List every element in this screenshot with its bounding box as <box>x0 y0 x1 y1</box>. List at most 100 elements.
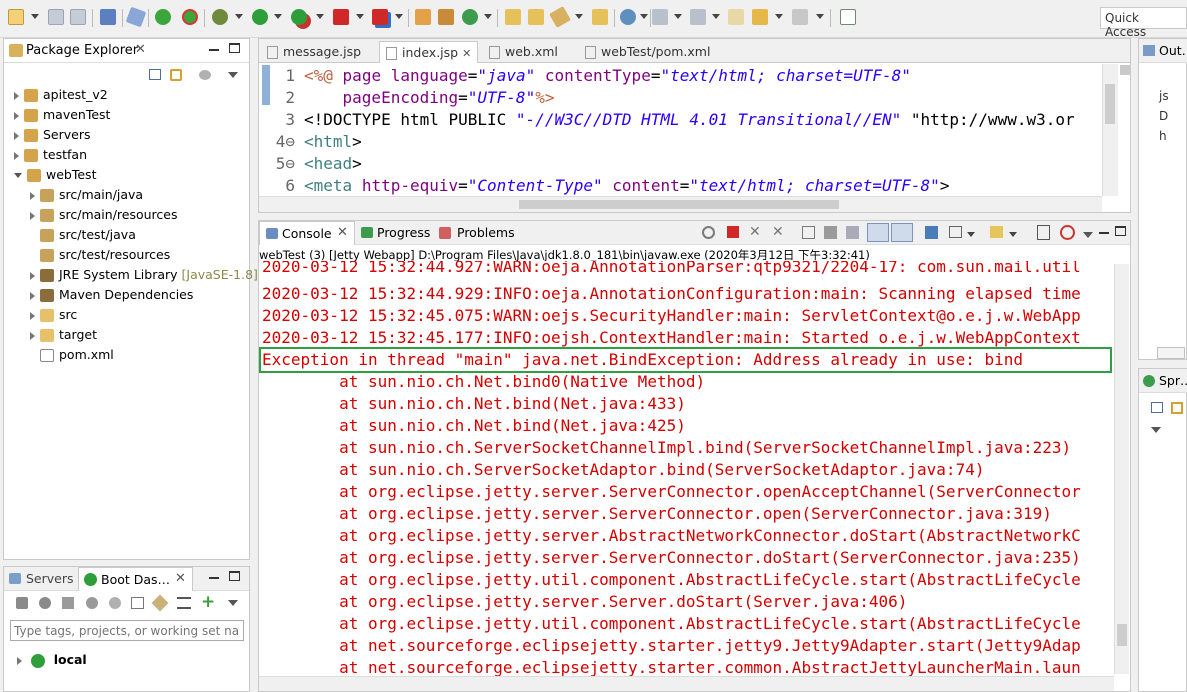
tree-item[interactable]: src <box>30 305 77 325</box>
console-output[interactable]: 2020-03-12 15:32:44.927:WARN:oeja.Annota… <box>259 261 1114 691</box>
tab-message-jsp[interactable]: message.jsp <box>261 41 367 63</box>
tab-progress[interactable]: Progress <box>377 225 430 240</box>
forward-dropdown-icon[interactable] <box>816 14 824 19</box>
console-line[interactable]: at sun.nio.ch.Net.bind(Net.java:433) <box>262 393 1114 415</box>
dropdown-icon[interactable] <box>967 232 975 237</box>
console-line[interactable]: at sun.nio.ch.Net.bind0(Native Method) <box>262 371 1114 393</box>
external-tools-icon[interactable] <box>372 9 388 25</box>
console-line[interactable]: at org.eclipse.jetty.util.component.Abst… <box>262 613 1114 635</box>
tree-item[interactable]: src/main/resources <box>30 205 177 225</box>
scroll-lock-icon[interactable] <box>824 226 837 239</box>
outline-item[interactable]: js <box>1159 89 1169 103</box>
link-editor-icon[interactable] <box>170 69 182 81</box>
remove-all-icon[interactable]: ✕ <box>772 224 784 240</box>
expand-icon[interactable] <box>30 211 35 220</box>
console-line[interactable]: at org.eclipse.jetty.server.ServerConnec… <box>262 547 1114 569</box>
filter-icon[interactable] <box>199 70 211 80</box>
collapse-all-icon[interactable] <box>149 69 161 80</box>
console-line[interactable]: at sun.nio.ch.Net.bind(Net.java:425) <box>262 415 1114 437</box>
expose-icon[interactable] <box>177 597 191 609</box>
copy-icon[interactable] <box>1037 225 1050 240</box>
back-dropdown-icon[interactable] <box>775 14 783 19</box>
search-folder-icon[interactable] <box>592 9 608 25</box>
new-dropdown-icon[interactable] <box>31 14 39 19</box>
expand-icon[interactable] <box>30 291 35 300</box>
spring-boot-icon[interactable] <box>155 9 171 25</box>
code-line[interactable]: 2 pageEncoding="UTF-8"%> <box>259 87 1104 109</box>
code-line[interactable]: 4⊖ <html> <box>259 131 1104 153</box>
minimize-icon[interactable] <box>209 49 219 51</box>
open-config-icon[interactable] <box>131 597 144 609</box>
tab-pom-xml[interactable]: webTest/pom.xml <box>579 41 716 63</box>
show-stdout-icon[interactable] <box>867 223 889 242</box>
collapse-icon[interactable] <box>14 173 22 178</box>
tree-item[interactable]: target <box>30 325 97 345</box>
tree-item[interactable]: src/test/java <box>30 225 136 245</box>
coverage-dropdown-icon[interactable] <box>316 14 324 19</box>
console-icon[interactable] <box>100 9 116 25</box>
console-line[interactable]: 2020-03-12 15:32:44.927:WARN:oeja.Annota… <box>262 261 1114 278</box>
new-package-icon[interactable] <box>438 9 454 25</box>
tree-item[interactable]: JRE System Library [JavaSE-1.8] <box>30 265 258 285</box>
outline-title[interactable]: Out… <box>1159 43 1187 58</box>
console-line[interactable]: at org.eclipse.jetty.server.ServerConnec… <box>262 503 1114 525</box>
open-console-icon[interactable] <box>990 226 1003 238</box>
save-icon[interactable] <box>48 9 64 25</box>
new-icon[interactable] <box>8 9 24 25</box>
dropdown-icon[interactable] <box>1009 232 1017 237</box>
debug-server-icon[interactable] <box>39 597 51 609</box>
new-class-dropdown-icon[interactable] <box>484 14 492 19</box>
new-java-project-icon[interactable] <box>415 9 431 25</box>
code-line[interactable]: 5⊖ <head> <box>259 153 1104 175</box>
display-console-icon[interactable] <box>949 226 962 238</box>
tree-item[interactable]: src/main/java <box>30 185 143 205</box>
last-edit-icon[interactable] <box>728 9 744 25</box>
expand-icon[interactable] <box>14 151 19 160</box>
run-icon[interactable] <box>252 9 268 25</box>
minimize-icon[interactable] <box>209 577 219 579</box>
expand-icon[interactable] <box>30 191 35 200</box>
scroll-thumb[interactable] <box>1105 84 1115 124</box>
open-task-icon[interactable] <box>528 9 544 25</box>
forward-icon[interactable] <box>792 9 808 25</box>
console-line[interactable]: at net.sourceforge.eclipsejetty.starter.… <box>262 635 1114 657</box>
expand-icon[interactable] <box>14 131 19 140</box>
expand-icon[interactable] <box>30 331 35 340</box>
relaunch-icon[interactable] <box>182 9 198 25</box>
editor-vscroll[interactable] <box>1102 64 1118 196</box>
expand-icon[interactable] <box>30 311 35 320</box>
expand-icon[interactable] <box>14 111 19 120</box>
collapse-all-icon[interactable] <box>1151 402 1163 413</box>
expand-icon[interactable] <box>14 91 19 100</box>
console-line[interactable]: 2020-03-12 15:32:45.177:INFO:oejsh.Conte… <box>262 327 1114 349</box>
view-menu-icon[interactable] <box>228 600 238 606</box>
terminate-icon[interactable] <box>727 226 739 238</box>
pin-icon[interactable] <box>549 6 571 28</box>
refresh-icon[interactable] <box>702 226 715 239</box>
scroll-thumb[interactable] <box>1117 624 1127 646</box>
open-type-icon[interactable] <box>505 9 521 25</box>
quick-access-input[interactable]: Quick Access <box>1100 7 1187 39</box>
tab-boot-dashboard[interactable]: Boot Das… ✕ <box>78 567 193 591</box>
tab-servers[interactable]: Servers <box>26 571 74 586</box>
add-icon[interactable]: + <box>201 594 215 611</box>
console-line[interactable]: at org.eclipse.jetty.server.AbstractNetw… <box>262 525 1114 547</box>
console-line[interactable]: 2020-03-12 15:32:44.929:INFO:oeja.Annota… <box>262 283 1114 305</box>
globe-icon[interactable] <box>620 9 636 25</box>
close-icon[interactable]: ✕ <box>175 571 186 586</box>
pin-dropdown-icon[interactable] <box>575 14 583 19</box>
maximize-icon[interactable] <box>229 571 240 581</box>
tree-item[interactable]: apitest_v2 <box>14 85 108 105</box>
maximize-icon[interactable] <box>1115 226 1126 236</box>
show-stderr-icon[interactable] <box>891 223 913 242</box>
globe-dropdown-icon[interactable] <box>640 14 648 19</box>
view-menu-icon[interactable] <box>1083 232 1093 238</box>
view-menu-icon[interactable] <box>228 72 238 78</box>
code-area[interactable]: 1 <%@ page language="java" contentType="t… <box>259 65 1104 207</box>
editor-hscroll[interactable] <box>259 196 1102 212</box>
apps-icon[interactable] <box>1060 225 1075 240</box>
package-explorer-title[interactable]: Package Explorer <box>26 43 138 58</box>
tree-item[interactable]: webTest <box>14 165 96 185</box>
edit-icon[interactable] <box>151 594 169 612</box>
code-line[interactable]: 3 <!DOCTYPE html PUBLIC "-//W3C//DTD HTML… <box>259 109 1104 131</box>
